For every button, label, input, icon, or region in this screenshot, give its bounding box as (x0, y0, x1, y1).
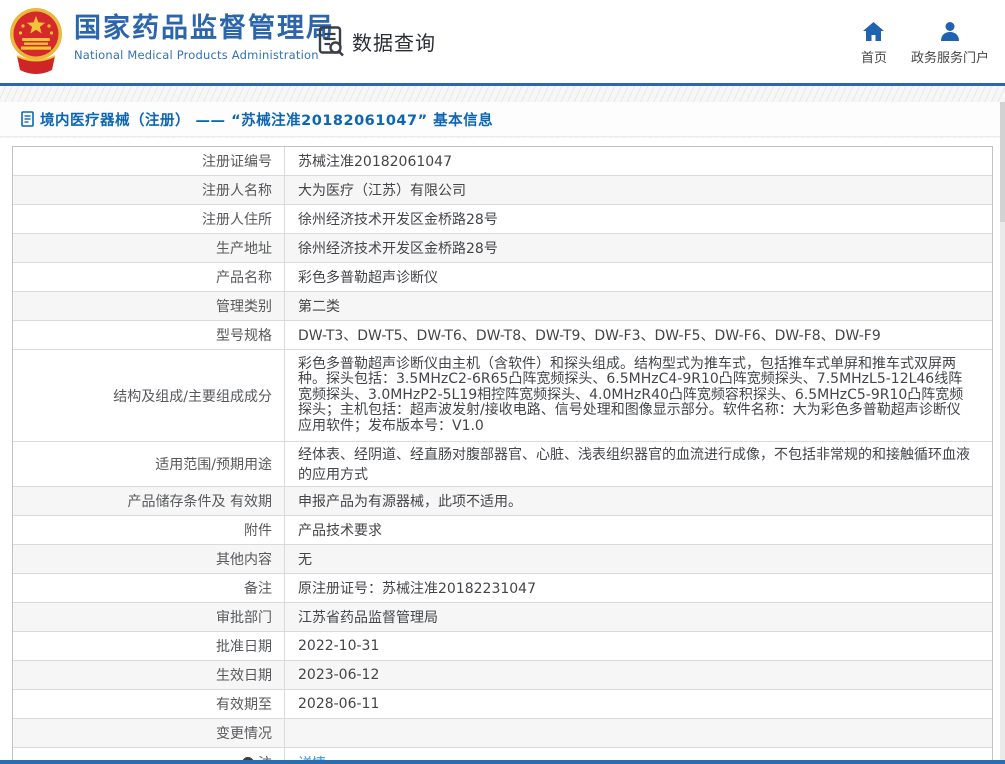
row-value: 大为医疗（江苏）有限公司 (298, 183, 466, 199)
row-value: 徐州经济技术开发区金桥路28号 (298, 212, 498, 228)
row-label: 附件 (13, 516, 285, 544)
table-row: 注册人住所 徐州经济技术开发区金桥路28号 (13, 205, 992, 234)
row-value (285, 719, 992, 747)
row-label: 产品储存条件及 有效期 (13, 487, 285, 515)
row-label: 批准日期 (13, 632, 285, 660)
row-value: 江苏省药品监督管理局 (298, 610, 438, 626)
row-label: 型号规格 (13, 321, 285, 349)
nav-portal[interactable]: 政务服务门户 (911, 22, 989, 66)
breadcrumb-text: 境内医疗器械（注册） —— “苏械注准20182061047” 基本信息 (40, 112, 494, 129)
row-label: 注册人名称 (13, 176, 285, 204)
nav-home[interactable]: 首页 (861, 22, 887, 66)
row-label: 适用范围/预期用途 (13, 442, 285, 486)
table-row: 有效期至 2028-06-11 (13, 690, 992, 719)
row-value: 2023-06-12 (298, 667, 380, 683)
table-row: 生效日期 2023-06-12 (13, 661, 992, 690)
table-row: 产品储存条件及 有效期 申报产品为有源器械，此项不适用。 (13, 487, 992, 516)
row-label: 注册人住所 (13, 205, 285, 233)
row-value: 2022-10-31 (298, 638, 380, 654)
row-value: 无 (298, 552, 312, 568)
info-table: 注册证编号 苏械注准20182061047 注册人名称 大为医疗（江苏）有限公司 注册人… (12, 146, 993, 764)
row-label: 生效日期 (13, 661, 285, 689)
row-label: 变更情况 (13, 719, 285, 747)
row-label: 生产地址 (13, 234, 285, 262)
row-label: 产品名称 (13, 263, 285, 291)
row-label: 结构及组成/主要组成成分 (13, 350, 285, 441)
row-label: 管理类别 (13, 292, 285, 320)
table-row: 适用范围/预期用途 经体表、经阴道、经直肠对腹部器官、心脏、浅表组织器官的血流进行… (13, 442, 992, 487)
table-row: 注册人名称 大为医疗（江苏）有限公司 (13, 176, 992, 205)
table-row: 审批部门 江苏省药品监督管理局 (13, 603, 992, 632)
org-title-block: 国家药品监督管理局 National Medical Products Admi… (74, 13, 335, 62)
row-value: DW-T3、DW-T5、DW-T6、DW-T8、DW-T9、DW-F3、DW-F… (298, 328, 881, 344)
breadcrumb: 境内医疗器械（注册） —— “苏械注准20182061047” 基本信息 (0, 102, 1005, 137)
row-value: 2028-06-11 (298, 696, 380, 712)
row-value: 徐州经济技术开发区金桥路28号 (298, 241, 498, 257)
nav-home-label: 首页 (860, 51, 887, 66)
home-icon (863, 22, 885, 41)
row-label: 审批部门 (13, 603, 285, 631)
table-row: 生产地址 徐州经济技术开发区金桥路28号 (13, 234, 992, 263)
row-value: 第二类 (298, 299, 340, 315)
scrollbar[interactable] (1000, 102, 1005, 764)
user-icon (940, 22, 959, 41)
data-query-tab[interactable]: 数据查询 (318, 26, 436, 57)
row-label: 注册证编号 (13, 147, 285, 175)
nav-portal-label: 政务服务门户 (910, 51, 989, 66)
org-name-zh: 国家药品监督管理局 (74, 13, 335, 44)
content-area: 注册证编号 苏械注准20182061047 注册人名称 大为医疗（江苏）有限公司 注册人… (0, 138, 1005, 764)
site-header: 国家药品监督管理局 National Medical Products Admi… (0, 0, 1005, 86)
row-label: 其他内容 (13, 545, 285, 573)
table-row: 产品名称 彩色多普勒超声诊断仪 (13, 263, 992, 292)
table-row: 结构及组成/主要组成成分 彩色多普勒超声诊断仪由主机（含软件）和探头组成。结构型式… (13, 350, 992, 442)
table-row: 备注 原注册证号：苏械注准20182231047 (13, 574, 992, 603)
row-value: 经体表、经阴道、经直肠对腹部器官、心脏、浅表组织器官的血流进行成像，不包括非常规… (298, 447, 970, 483)
table-row: 其他内容无 (13, 545, 992, 574)
row-value: 原注册证号：苏械注准20182231047 (298, 581, 536, 597)
row-value: 产品技术要求 (298, 523, 382, 539)
scrollbar-thumb[interactable] (1000, 102, 1005, 222)
table-row: 注册证编号 苏械注准20182061047 (13, 147, 992, 176)
table-row: 型号规格 DW-T3、DW-T5、DW-T6、DW-T8、DW-T9、DW-F3、… (13, 321, 992, 350)
data-query-label: 数据查询 (352, 31, 436, 55)
row-value: 彩色多普勒超声诊断仪 (298, 270, 438, 286)
footer-accent-bar (0, 760, 1005, 764)
org-name-en: National Medical Products Administration (74, 48, 319, 63)
row-value: 彩色多普勒超声诊断仪由主机（含软件）和探头组成。结构型式为推车式，包括推车式单屏… (298, 355, 964, 434)
row-label: 有效期至 (13, 690, 285, 718)
table-row: 批准日期 2022-10-31 (13, 632, 992, 661)
document-icon (21, 111, 34, 127)
row-value: 申报产品为有源器械，此项不适用。 (298, 494, 522, 510)
table-row: 附件 产品技术要求 (13, 516, 992, 545)
national-emblem-logo (10, 8, 62, 74)
row-label: 备注 (13, 574, 285, 602)
data-query-icon (318, 26, 344, 57)
row-value: 苏械注准20182061047 (298, 154, 452, 170)
table-row: 管理类别 第二类 (13, 292, 992, 321)
table-row: 变更情况 (13, 719, 992, 748)
